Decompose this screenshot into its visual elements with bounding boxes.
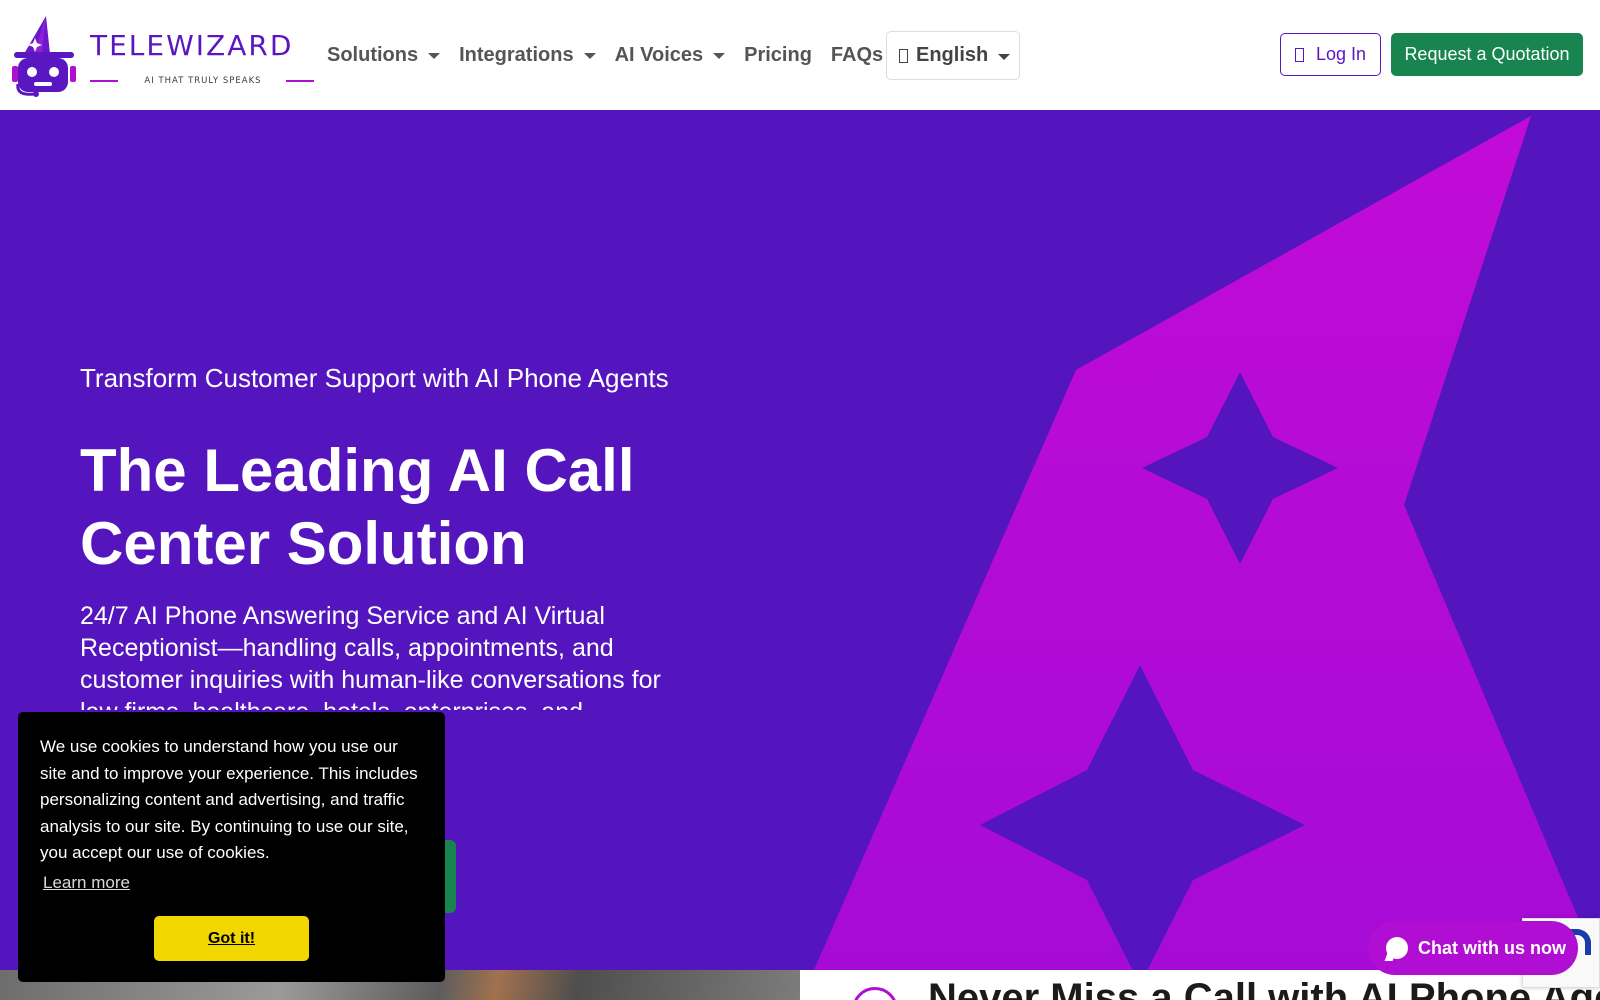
tagline-divider-right: [286, 80, 314, 82]
tagline-divider-left: [90, 80, 118, 82]
telewizard-logo[interactable]: TELEWIZARD AI THAT TRULY SPEAKS: [12, 14, 314, 98]
main-nav: Solutions Integrations AI Voices Pricing…: [327, 40, 902, 70]
nav-ai-voices[interactable]: AI Voices: [615, 44, 726, 67]
nav-solutions[interactable]: Solutions: [327, 43, 441, 67]
hero-description: 24/7 AI Phone Answering Service and AI V…: [80, 602, 661, 710]
nav-faqs-label: FAQs: [830, 43, 884, 66]
cookie-consent-banner: We use cookies to understand how you use…: [18, 712, 445, 982]
hero-subtitle: Transform Customer Support with AI Phone…: [80, 363, 669, 393]
brand-tagline: AI THAT TRULY SPEAKS: [144, 76, 262, 86]
brand-tagline-row: AI THAT TRULY SPEAKS: [78, 74, 314, 88]
chat-label: Chat with us now: [1418, 937, 1566, 958]
site-header: TELEWIZARD AI THAT TRULY SPEAKS Solution…: [0, 0, 1600, 110]
section-icon: [852, 987, 898, 1000]
hero-title: The Leading AI Call Center Solution: [80, 437, 635, 577]
chevron-down-icon: [583, 53, 596, 59]
brand-wordmark: TELEWIZARD: [90, 29, 294, 62]
request-quotation-button[interactable]: Request a Quotation: [1391, 33, 1583, 76]
cookie-message: We use cookies to understand how you use…: [40, 737, 418, 862]
chat-bubble-icon: [1386, 937, 1408, 959]
nav-solutions-label: Solutions: [327, 43, 419, 66]
cookie-learn-more-link[interactable]: Learn more: [43, 873, 130, 893]
login-label: Log In: [1315, 44, 1367, 64]
chevron-down-icon: [998, 53, 1011, 60]
chevron-down-icon: [713, 53, 726, 59]
nav-integrations[interactable]: Integrations: [459, 43, 596, 67]
nav-ai-voices-label: AI Voices: [614, 43, 704, 66]
nav-pricing[interactable]: Pricing: [744, 44, 812, 67]
chevron-down-icon: [428, 53, 441, 59]
nav-faqs[interactable]: FAQs: [831, 44, 883, 67]
login-icon: [1294, 47, 1304, 62]
globe-icon: [899, 48, 908, 63]
nav-integrations-label: Integrations: [459, 43, 574, 66]
nav-pricing-label: Pricing: [744, 43, 812, 66]
login-button[interactable]: Log In: [1280, 33, 1381, 76]
chat-launcher-button[interactable]: Chat with us now: [1368, 921, 1578, 975]
language-label: English: [916, 44, 989, 66]
cookie-accept-button[interactable]: Got it!: [154, 916, 309, 961]
wizard-robot-icon: [12, 16, 76, 97]
language-selector[interactable]: English: [886, 31, 1020, 80]
